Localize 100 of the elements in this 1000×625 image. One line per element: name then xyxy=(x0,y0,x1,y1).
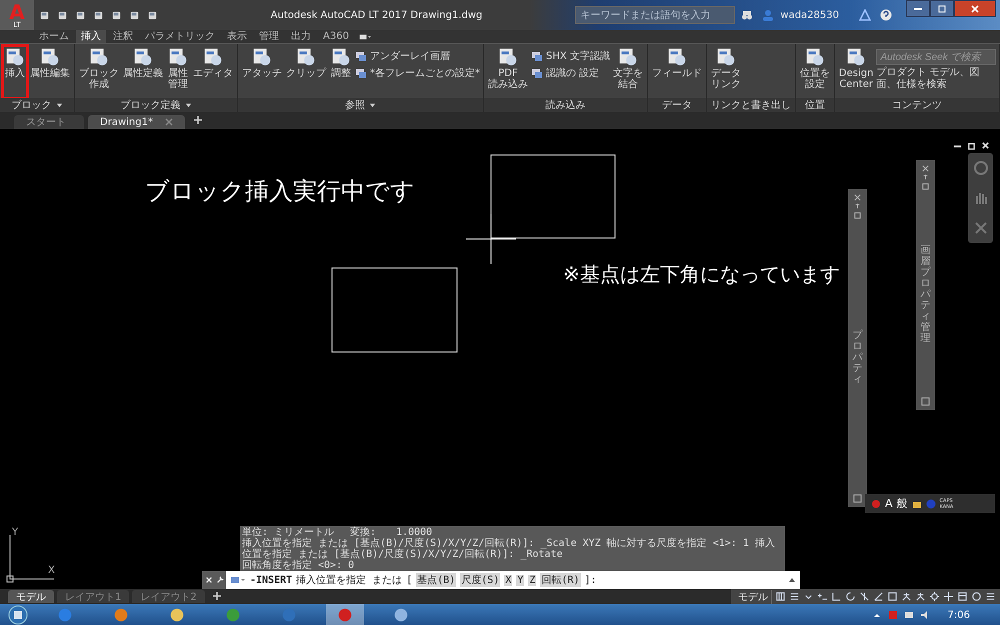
palette-title: 画層プロパティ管理 xyxy=(920,244,930,344)
ribbon-small-button[interactable]: *各フレームごとの設定* xyxy=(355,66,480,80)
panel-title[interactable]: ブロック定義 xyxy=(75,98,237,112)
window-icon[interactable] xyxy=(957,591,968,602)
ribbon-tab[interactable]: 管理 xyxy=(254,30,284,43)
command-icon[interactable] xyxy=(230,575,246,585)
command-option[interactable]: 基点(B) xyxy=(416,573,456,587)
slash-icon[interactable] xyxy=(859,591,870,602)
ribbon-button[interactable]: Design Center xyxy=(838,46,874,98)
binoculars-icon[interactable] xyxy=(741,9,754,21)
ribbon-tab[interactable]: 注釈 xyxy=(108,30,138,43)
command-option[interactable]: Z xyxy=(528,574,536,586)
ribbon-small-button[interactable]: 認識の 設定 xyxy=(531,66,610,80)
wheel-icon[interactable] xyxy=(972,160,988,176)
plus-icon[interactable] xyxy=(943,591,954,602)
command-prompt: 挿入位置を指定 または xyxy=(296,574,402,587)
command-option[interactable]: Y xyxy=(516,574,524,586)
ime-dot-icon[interactable] xyxy=(871,498,881,508)
command-option[interactable]: X xyxy=(504,574,512,586)
plus-line-icon[interactable] xyxy=(817,591,828,602)
seek-caption[interactable]: プロダクト モデル、図面、仕様を検索 xyxy=(876,67,996,91)
panel-title[interactable]: コンテンツ xyxy=(834,98,999,112)
command-option[interactable]: 尺度(S) xyxy=(460,573,500,587)
panel-title[interactable]: ブロック xyxy=(0,98,74,112)
palette-controls-icon[interactable] xyxy=(853,193,862,220)
ime-input-mode[interactable]: 般 xyxy=(896,496,908,511)
axis-label: X xyxy=(48,565,55,576)
pencil-line-icon[interactable] xyxy=(873,591,884,602)
ribbon-button[interactable]: 属性編集 xyxy=(29,46,71,98)
circle-icon[interactable] xyxy=(971,591,982,602)
minimize-icon xyxy=(914,8,922,10)
panel-title[interactable]: 読み込み xyxy=(484,98,647,112)
wrench-icon[interactable] xyxy=(216,576,224,584)
ribbon-button[interactable]: エディタ xyxy=(192,46,234,98)
panel-title[interactable]: 参照 xyxy=(238,98,483,112)
maximize-button[interactable] xyxy=(930,0,954,17)
triangle-icon[interactable] xyxy=(859,9,871,21)
ribbon-button[interactable]: PDF 読み込み xyxy=(487,46,529,98)
palette-bar[interactable]: 画層プロパティ管理 xyxy=(916,160,935,410)
ribbon-button[interactable]: 位置を 設定 xyxy=(798,46,831,98)
ribbon-tab[interactable]: 出力 xyxy=(286,30,316,43)
button-label-line: ブロック xyxy=(79,68,119,79)
close-button[interactable] xyxy=(954,0,996,17)
ribbon-button[interactable]: 挿入 xyxy=(3,46,27,98)
panel-title[interactable]: 位置 xyxy=(796,98,834,112)
command-line-field[interactable]: -INSERT 挿入位置を指定 または [ 基点(B) 尺度(S) X Y Z 回転(R) ]: xyxy=(226,571,800,589)
caret-icon[interactable] xyxy=(788,576,796,584)
ribbon-button[interactable]: ブロック 作成 xyxy=(78,46,120,98)
start-button[interactable] xyxy=(8,605,28,625)
layers-icon xyxy=(531,67,543,79)
ribbon-small-button[interactable]: アンダーレイ画層 xyxy=(355,49,480,63)
close-icon xyxy=(970,4,980,14)
document-tab[interactable]: スタート xyxy=(14,115,84,129)
ribbon-tab[interactable]: パラメトリック xyxy=(140,30,220,43)
ribbon-tab[interactable]: 表示 xyxy=(222,30,252,43)
document-icon xyxy=(497,46,519,68)
plus-icon[interactable] xyxy=(192,114,203,124)
ribbon-tab[interactable]: 挿入 xyxy=(76,30,106,43)
ribbon-button[interactable]: 属性 管理 xyxy=(166,46,190,98)
ribbon-button[interactable]: フィールド xyxy=(650,46,703,98)
panel-title[interactable]: データ xyxy=(648,98,706,112)
document-icon xyxy=(88,46,110,68)
search-field[interactable]: キーワードまたは語句を入力 xyxy=(575,6,736,24)
user-name[interactable]: wada28530 xyxy=(780,10,839,20)
button-label-line: 文字を xyxy=(612,68,643,79)
ribbon-button[interactable]: 文字を 結合 xyxy=(612,46,644,98)
layout-tab[interactable]: モデル xyxy=(8,590,54,603)
ribbon-button[interactable]: データ リンク xyxy=(710,46,742,98)
plus-icon[interactable] xyxy=(212,590,222,600)
ribbon-small-button[interactable]: SHX 文字認識 xyxy=(531,49,610,63)
document-icon xyxy=(845,46,868,68)
clock[interactable]: 7:06 xyxy=(948,610,970,620)
button-label-line: 属性編集 xyxy=(30,68,70,79)
button-label-line: 属性定義 xyxy=(123,68,163,79)
speaker-icon[interactable] xyxy=(920,610,930,620)
help-icon[interactable] xyxy=(880,9,892,21)
document-icon xyxy=(202,46,224,68)
ribbon-button[interactable]: アタッチ xyxy=(241,46,283,98)
ime-mode[interactable]: A xyxy=(885,497,893,510)
ribbon-button[interactable]: クリップ xyxy=(285,46,327,98)
ribbon-tab[interactable]: A360 xyxy=(318,30,354,43)
minimize-button[interactable] xyxy=(906,0,930,17)
palette-bar[interactable]: プロパティ xyxy=(848,189,867,507)
new-file-icon[interactable] xyxy=(39,10,50,20)
dotted-grid-icon[interactable] xyxy=(789,591,800,602)
ribbon-button[interactable]: 属性定義 xyxy=(122,46,164,98)
square-icon[interactable] xyxy=(887,591,898,602)
panel-title[interactable]: リンクと書き出し xyxy=(706,98,795,112)
ribbon-button[interactable]: 調整 xyxy=(329,46,353,98)
angle-icon[interactable] xyxy=(831,591,842,602)
palette-controls-icon[interactable] xyxy=(921,164,930,191)
network-icon[interactable] xyxy=(904,610,914,620)
button-label-line: クリップ xyxy=(286,68,326,79)
document-tab[interactable]: Drawing1* xyxy=(88,115,185,129)
layers-icon xyxy=(355,67,367,79)
command-option[interactable]: 回転(R) xyxy=(540,573,580,587)
grid-icon[interactable] xyxy=(775,591,786,602)
ribbon-tab[interactable]: ホーム xyxy=(34,30,74,43)
restore-icon[interactable] xyxy=(967,141,976,150)
menu-icon[interactable] xyxy=(985,591,996,602)
